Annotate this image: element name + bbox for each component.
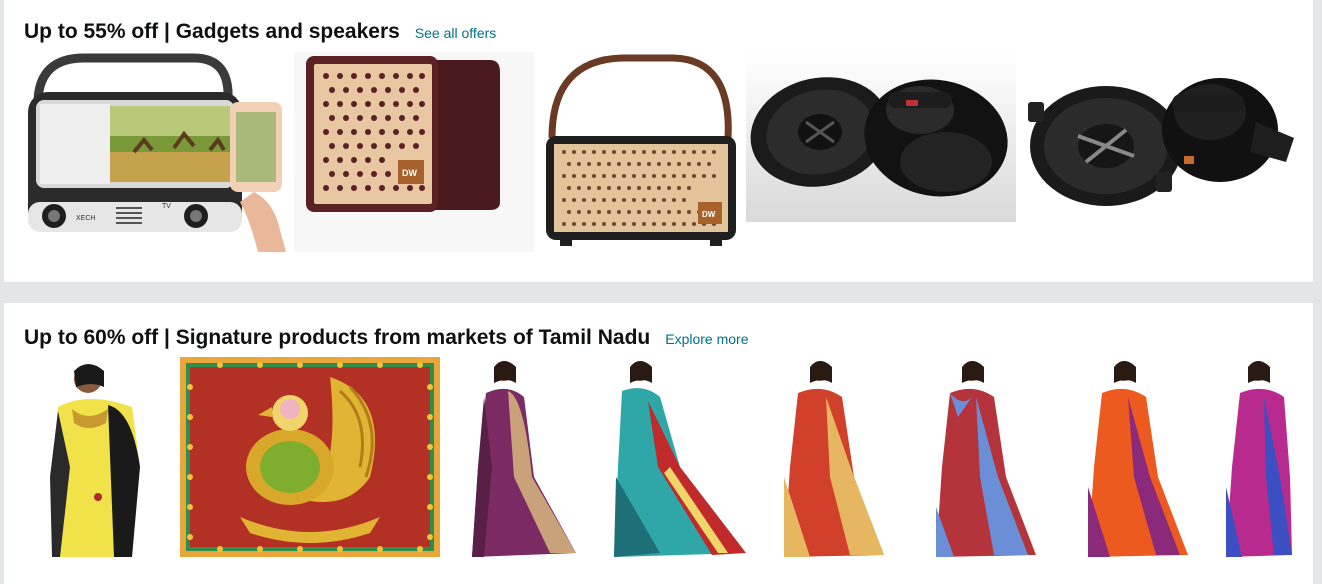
saree-image xyxy=(472,361,576,557)
tv-speaker-image: XECH TV xyxy=(28,53,286,252)
deals-card-gadgets: Up to 55% off | Gadgets and speakers See… xyxy=(4,0,1313,282)
product-tile-tv-speaker[interactable]: XECH TV xyxy=(24,52,286,252)
wooden-speaker-image: DW xyxy=(294,52,534,252)
deals-card-tamil-nadu: Up to 60% off | Signature products from … xyxy=(4,303,1313,584)
product-tile-saree-orange[interactable] xyxy=(1084,357,1194,557)
car-speakers-image-1 xyxy=(746,52,1016,222)
dw-logo: DW xyxy=(702,210,716,219)
explore-more-link[interactable]: Explore more xyxy=(665,331,748,347)
saree-image xyxy=(784,361,884,557)
xech-brand-mark: XECH xyxy=(76,215,95,222)
tv-brand-mark: TV xyxy=(162,203,171,210)
product-tile-saree-teal[interactable] xyxy=(608,357,748,557)
product-tile-saree-purple[interactable] xyxy=(464,357,584,557)
product-tile-saree-magenta[interactable] xyxy=(1222,357,1292,557)
card-header: Up to 55% off | Gadgets and speakers See… xyxy=(24,20,496,44)
peacock-art-image xyxy=(180,357,440,557)
product-tile-saree-yellow[interactable] xyxy=(48,357,148,557)
product-tile-handle-speaker[interactable]: DW xyxy=(542,52,742,252)
product-tile-saree-blue-red[interactable] xyxy=(932,357,1042,557)
product-tile-car-speakers-1[interactable] xyxy=(746,52,1016,222)
product-tile-peacock-art[interactable] xyxy=(180,357,440,557)
saree-image xyxy=(1226,361,1292,557)
product-tile-saree-red[interactable] xyxy=(780,357,890,557)
saree-image xyxy=(1088,361,1188,557)
product-tile-wooden-speaker[interactable]: DW xyxy=(294,52,534,252)
saree-image xyxy=(50,364,140,557)
car-speakers-image-2 xyxy=(1028,78,1294,206)
dw-logo: DW xyxy=(402,168,417,178)
saree-image xyxy=(614,361,746,557)
saree-image xyxy=(936,361,1036,557)
see-all-offers-link[interactable]: See all offers xyxy=(415,25,496,41)
handle-speaker-image: DW xyxy=(546,54,736,246)
card-header: Up to 60% off | Signature products from … xyxy=(24,326,749,350)
card-title: Up to 60% off | Signature products from … xyxy=(24,326,651,349)
product-tile-car-speakers-2[interactable] xyxy=(1026,52,1296,222)
card-title: Up to 55% off | Gadgets and speakers xyxy=(24,20,400,43)
